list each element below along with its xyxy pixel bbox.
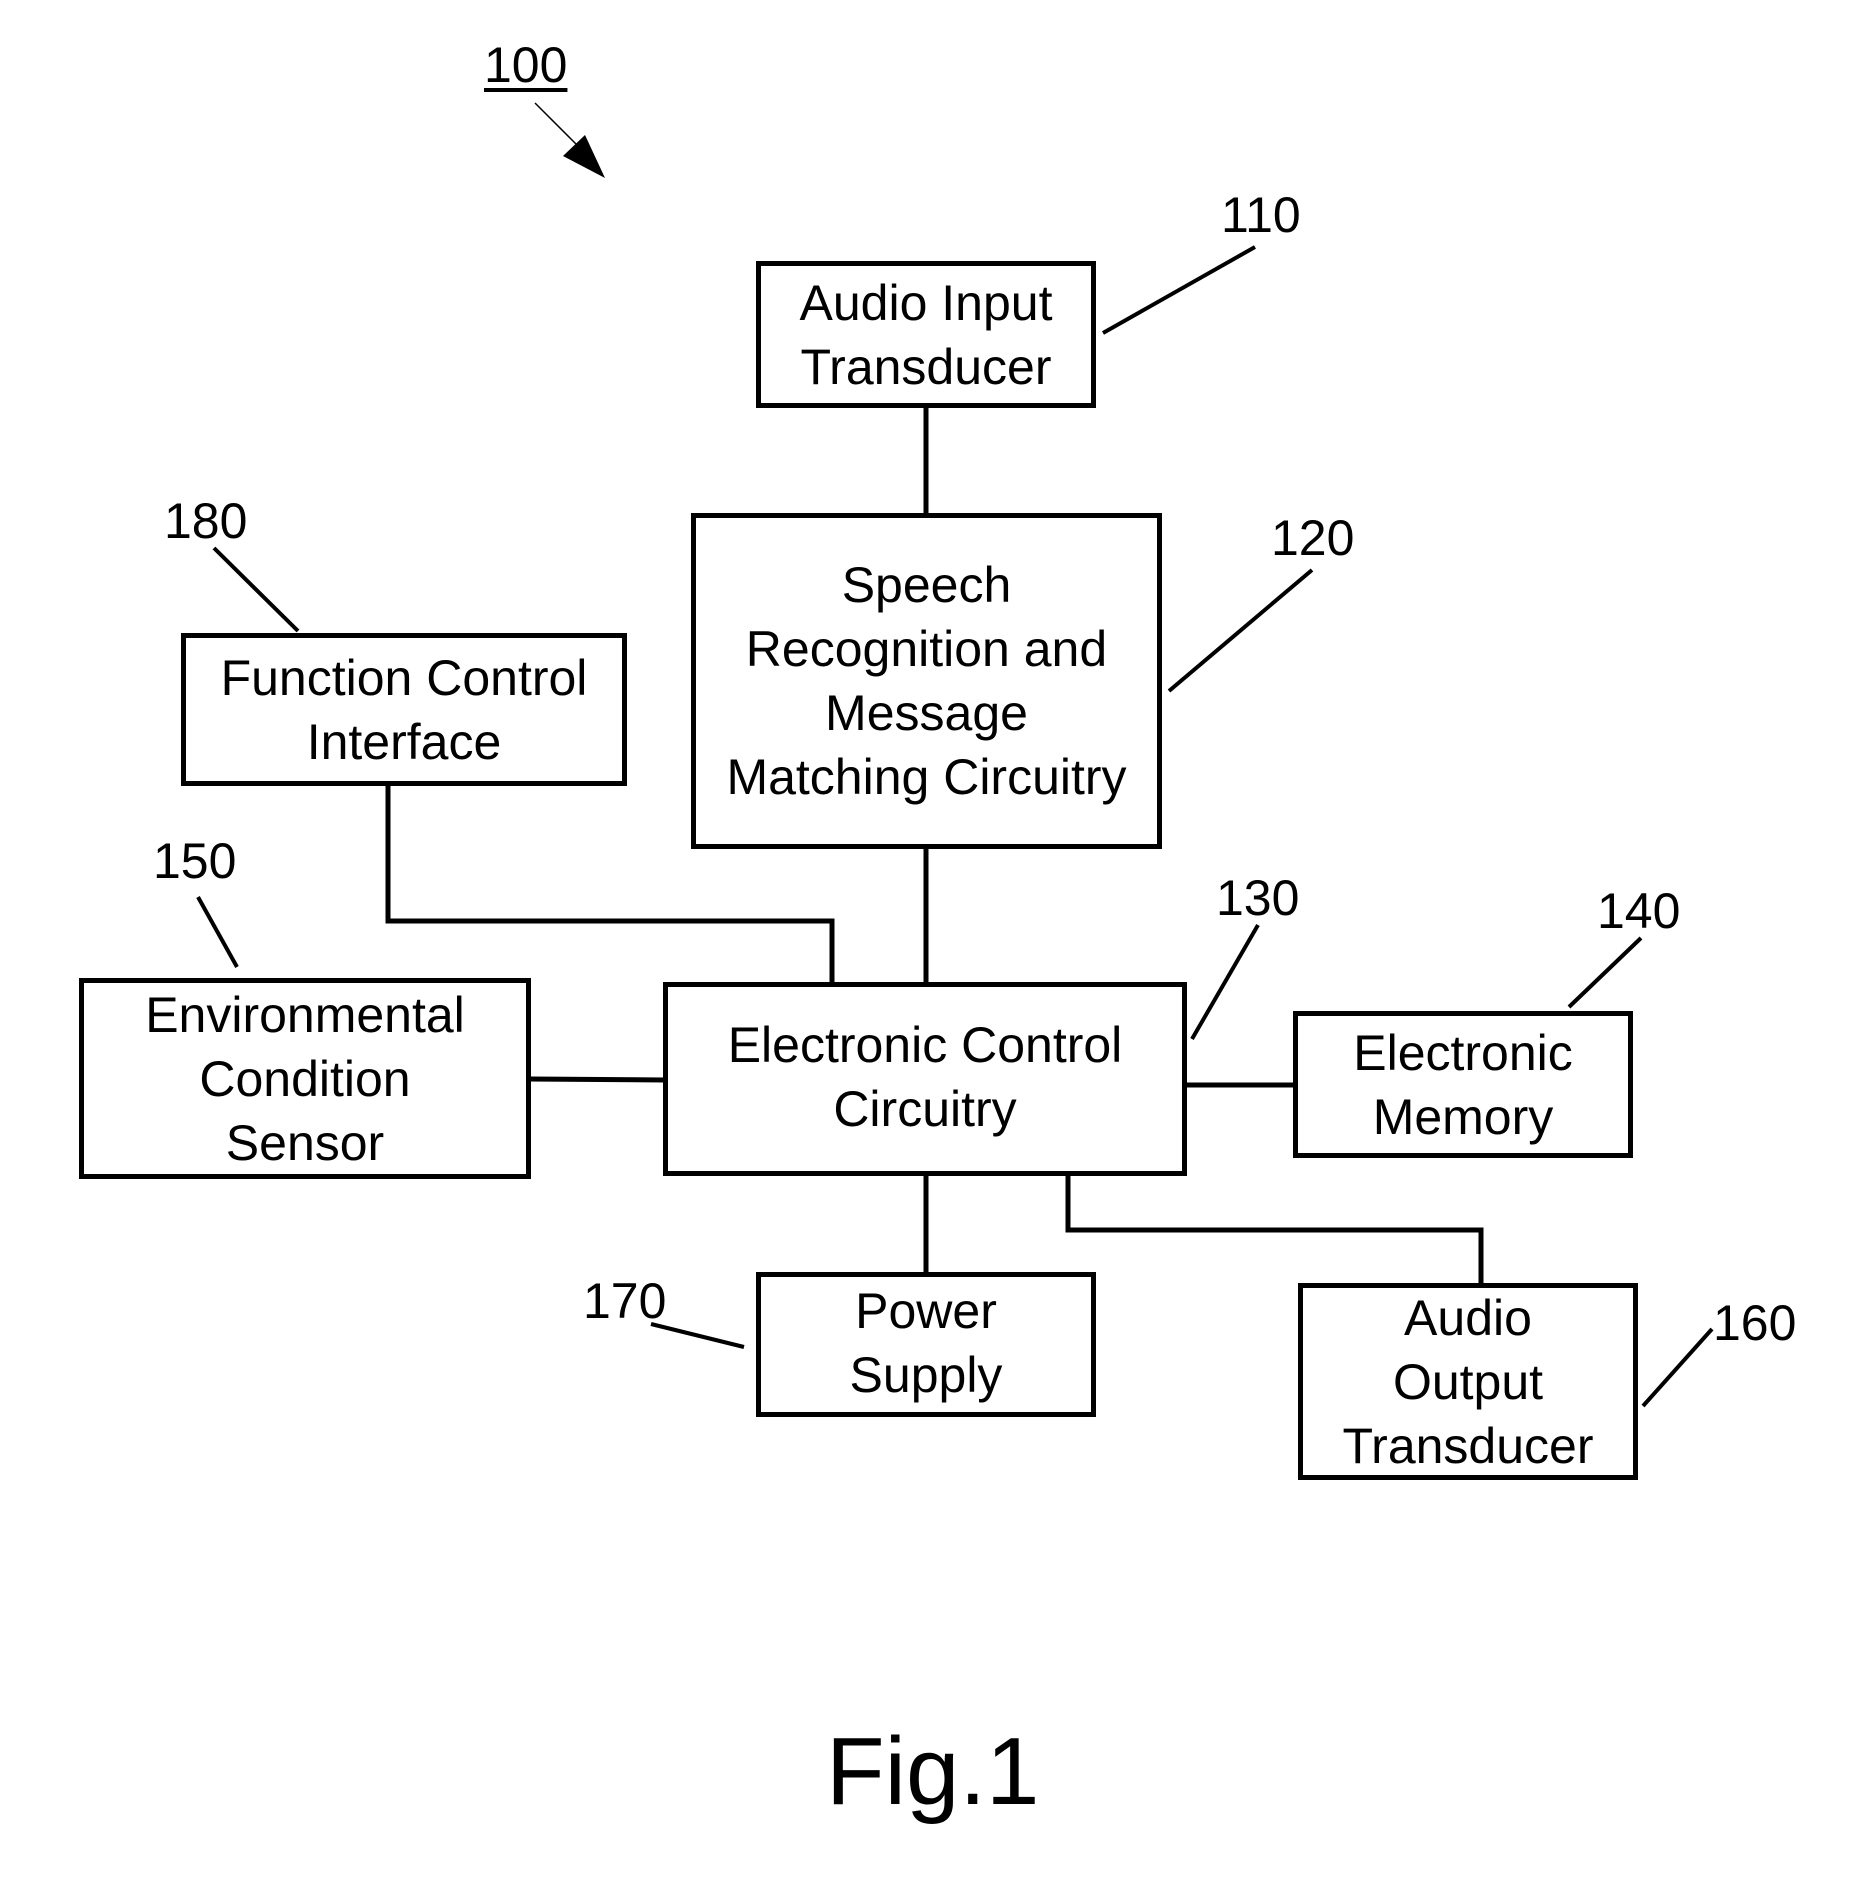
block-function-control-interface: Function Control Interface — [181, 633, 627, 786]
ref-number-130: 130 — [1216, 870, 1300, 926]
ref-number-110: 110 — [1221, 187, 1301, 243]
leader-line-120 — [1167, 568, 1314, 693]
block-label-line: Recognition and — [745, 621, 1108, 677]
ref-number-180: 180 — [164, 493, 248, 549]
connector-control-to-audio-output — [1065, 1173, 1484, 1286]
leader-line-140 — [1567, 936, 1643, 1009]
ref-number-150: 150 — [153, 833, 237, 889]
block-electronic-memory: Electronic Memory — [1293, 1011, 1633, 1158]
block-label-line: Interface — [306, 713, 502, 770]
block-speech-recognition: Speech Recognition and Message Matching … — [691, 513, 1162, 849]
leader-line-160 — [1641, 1327, 1714, 1408]
block-electronic-control-circuitry: Electronic Control Circuitry — [663, 982, 1187, 1176]
block-label-line: Speech — [841, 557, 1012, 613]
block-label-line: Environmental — [145, 986, 465, 1043]
block-label-line: Function Control — [220, 649, 588, 706]
ref-number-140: 140 — [1597, 883, 1681, 939]
block-label-line: Transducer — [1342, 1417, 1594, 1474]
connector-sensor-to-control — [528, 1076, 666, 1083]
figure-reference-number: 100 — [484, 37, 568, 93]
block-power-supply: Power Supply — [756, 1272, 1096, 1417]
block-environmental-condition-sensor: Environmental Condition Sensor — [79, 978, 531, 1179]
leader-line-130 — [1190, 923, 1260, 1041]
leader-line-180 — [212, 546, 300, 633]
block-audio-output-transducer: Audio Output Transducer — [1298, 1283, 1638, 1480]
block-label-line: Sensor — [225, 1114, 385, 1171]
block-label-line: Memory — [1372, 1088, 1554, 1145]
patent-figure: 100 Audio Input Transducer 110 Speech Re… — [0, 0, 1872, 1903]
block-label-line: Electronic — [1353, 1024, 1573, 1081]
figure-caption: Fig.1 — [826, 1718, 1040, 1825]
block-label-line: Supply — [849, 1347, 1003, 1403]
block-label-line: Condition — [199, 1050, 411, 1107]
block-label-line: Transducer — [800, 338, 1052, 395]
ref-number-120: 120 — [1271, 510, 1355, 566]
block-label-line: Circuitry — [833, 1081, 1017, 1137]
block-label-line: Audio — [1404, 1289, 1532, 1346]
leader-line-150 — [196, 896, 239, 968]
leader-line-110 — [1102, 245, 1256, 335]
block-label-line: Message — [825, 685, 1028, 741]
block-label-line: Electronic Control — [727, 1017, 1123, 1073]
ref-number-160: 160 — [1713, 1295, 1797, 1351]
block-label-line: Matching Circuitry — [726, 749, 1127, 805]
block-label-line: Output — [1392, 1353, 1544, 1410]
ref-number-170: 170 — [583, 1273, 667, 1329]
reference-arrow-head — [563, 135, 605, 178]
block-label-line: Power — [855, 1283, 997, 1339]
block-audio-input-transducer: Audio Input Transducer — [756, 261, 1096, 408]
block-label-line: Audio Input — [799, 274, 1053, 331]
reference-arrow-shaft — [534, 102, 583, 151]
